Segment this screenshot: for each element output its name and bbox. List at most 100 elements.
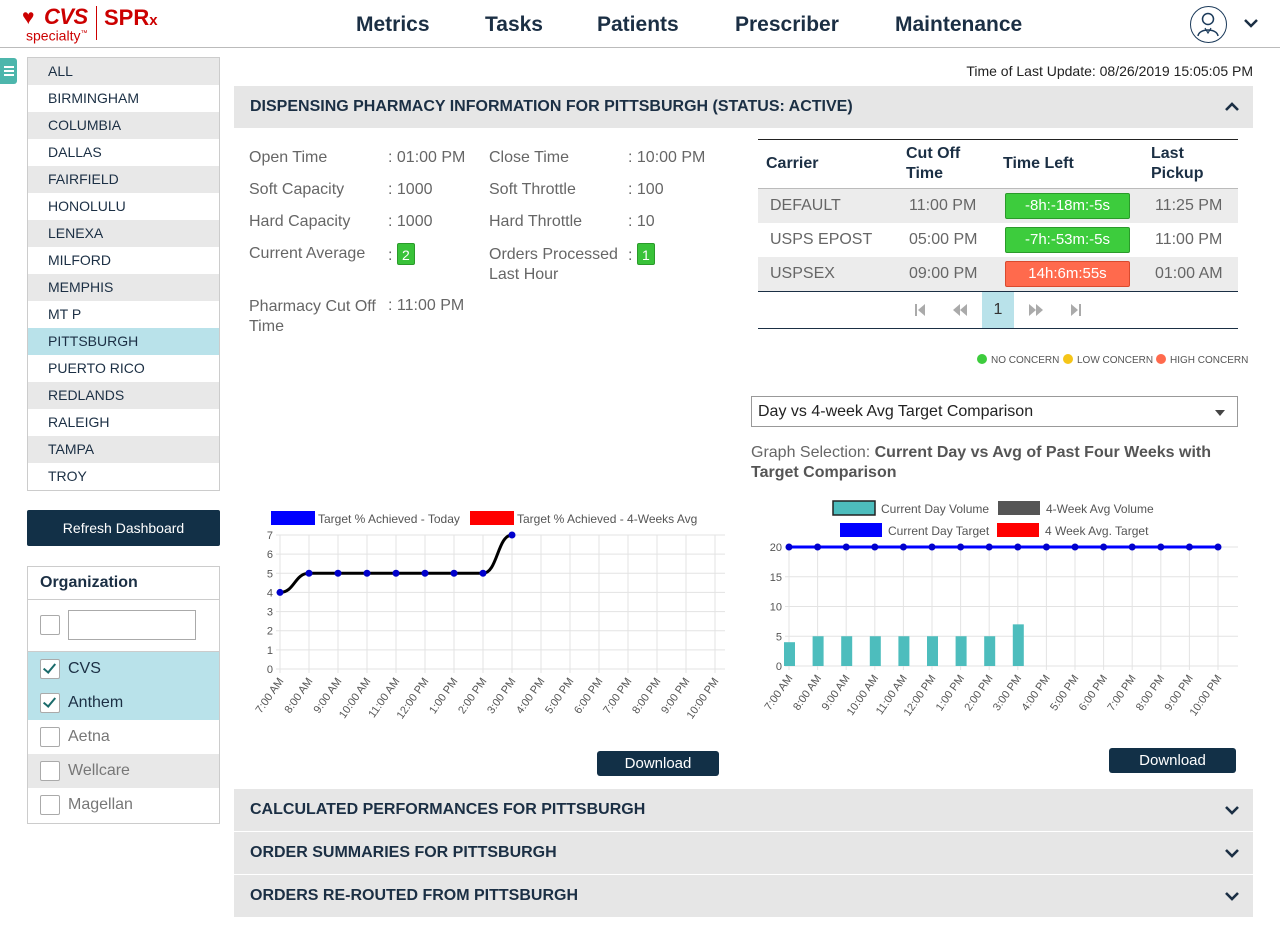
y-tick-label: 5 <box>776 631 782 643</box>
org-checkbox[interactable] <box>40 795 60 815</box>
col-last-pickup[interactable]: Last Pickup <box>1151 144 1203 184</box>
city-item-memphis[interactable]: MEMPHIS <box>28 274 219 301</box>
volume-bar <box>898 636 910 666</box>
target-point <box>785 543 793 551</box>
city-item-lenexa[interactable]: LENEXA <box>28 220 219 247</box>
nav-patients[interactable]: Patients <box>597 12 679 38</box>
city-item-tampa[interactable]: TAMPA <box>28 436 219 463</box>
legend-label-today: Target % Achieved - Today <box>318 512 460 526</box>
user-menu-chevron-icon[interactable] <box>1241 13 1261 33</box>
org-checkbox[interactable] <box>40 727 60 747</box>
city-item-honolulu[interactable]: HONOLULU <box>28 193 219 220</box>
soft-throttle-value: : 100 <box>628 181 664 198</box>
refresh-dashboard-button[interactable]: Refresh Dashboard <box>27 510 220 546</box>
city-item-dallas[interactable]: DALLAS <box>28 139 219 166</box>
soft-capacity-label: Soft Capacity <box>249 181 345 198</box>
city-item-all[interactable]: ALL <box>28 58 219 85</box>
legend-swatch-today <box>271 511 315 525</box>
city-item-troy[interactable]: TROY <box>28 463 219 490</box>
city-item-milford[interactable]: MILFORD <box>28 247 219 274</box>
orders-processed-label: Orders Processed Last Hour <box>489 246 618 283</box>
x-tick-label: 4:00 PM <box>514 676 547 716</box>
current-average-label: Current Average <box>249 245 366 262</box>
org-checkbox[interactable] <box>40 693 60 713</box>
hard-capacity-label: Hard Capacity <box>249 213 351 230</box>
last-page-icon[interactable] <box>1060 292 1092 328</box>
y-tick-label: 3 <box>267 607 273 619</box>
cvs-specialty-logo[interactable]: ♥ CVS specialty™ SPRx <box>22 4 162 44</box>
y-tick-label: 20 <box>770 542 782 554</box>
x-tick-label: 1:00 PM <box>427 676 460 716</box>
graph-selection-text: Graph Selection: Current Day vs Avg of P… <box>751 444 1211 481</box>
x-tick-label: 7:00 AM <box>253 676 286 716</box>
dispensing-section-header[interactable]: DISPENSING PHARMACY INFORMATION FOR PITT… <box>234 86 1253 128</box>
prev-page-icon[interactable] <box>944 292 976 328</box>
rerouted-section-header[interactable]: ORDERS RE-ROUTED FROM PITTSBURGH <box>234 875 1253 917</box>
city-item-raleigh[interactable]: RALEIGH <box>28 409 219 436</box>
top-bar: ♥ CVS specialty™ SPRx Metrics Tasks Pati… <box>0 0 1280 48</box>
city-item-pittsburgh[interactable]: PITTSBURGH <box>28 328 219 355</box>
org-checkbox[interactable] <box>40 659 60 679</box>
last-update-text: Time of Last Update: 08/26/2019 15:05:05… <box>966 63 1253 79</box>
next-page-icon[interactable] <box>1020 292 1052 328</box>
legend-swatch <box>840 523 882 537</box>
y-tick-label: 5 <box>267 568 273 580</box>
city-item-columbia[interactable]: COLUMBIA <box>28 112 219 139</box>
calculated-section-header[interactable]: CALCULATED PERFORMANCES FOR PITTSBURGH <box>234 789 1253 831</box>
hard-throttle-label: Hard Throttle <box>489 213 583 230</box>
download-bar-chart-button[interactable]: Download <box>1109 748 1236 773</box>
city-item-fairfield[interactable]: FAIRFIELD <box>28 166 219 193</box>
time-left-badge: 14h:6m:55s <box>1005 261 1130 287</box>
chevron-down-icon[interactable] <box>1223 887 1241 905</box>
nav-metrics[interactable]: Metrics <box>356 12 430 38</box>
soft-throttle-label: Soft Throttle <box>489 181 576 198</box>
nav-tasks[interactable]: Tasks <box>485 12 543 38</box>
col-cutoff-time[interactable]: Cut Off Time <box>906 144 960 184</box>
col-carrier[interactable]: Carrier <box>766 154 818 174</box>
y-tick-label: 2 <box>267 626 273 638</box>
legend-swatch-4week <box>470 511 514 525</box>
carrier-row: USPS EPOST 05:00 PM -7h:-53m:-5s 11:00 PM <box>758 223 1238 257</box>
organization-search-input[interactable] <box>68 610 196 640</box>
last-pickup: 01:00 AM <box>1155 265 1223 282</box>
chevron-down-icon[interactable] <box>1223 844 1241 862</box>
graph-type-select[interactable]: Day vs 4-week Avg Target Comparison <box>751 396 1238 427</box>
legend-label: 4-Week Avg Volume <box>1046 502 1154 516</box>
chevron-down-icon[interactable] <box>1223 801 1241 819</box>
select-all-checkbox[interactable] <box>40 615 60 635</box>
org-item-magellan[interactable]: Magellan <box>28 788 219 822</box>
orders-processed-value: : 1 <box>628 243 655 265</box>
nav-prescriber[interactable]: Prescriber <box>735 12 839 38</box>
org-item-wellcare[interactable]: Wellcare <box>28 754 219 788</box>
col-time-left[interactable]: Time Left <box>1003 154 1074 174</box>
target-point <box>1128 543 1136 551</box>
carrier-name: USPSEX <box>770 265 835 282</box>
org-item-cvs[interactable]: CVS <box>28 652 219 686</box>
city-item-redlands[interactable]: REDLANDS <box>28 382 219 409</box>
pharmacy-cutoff-value: : 11:00 PM <box>388 297 465 314</box>
y-tick-label: 6 <box>267 549 273 561</box>
menu-toggle-icon[interactable] <box>0 58 17 84</box>
nav-maintenance[interactable]: Maintenance <box>895 12 1022 38</box>
organization-panel: Organization CVS Anthem Aetna Wellcare Magel… <box>27 566 220 824</box>
current-average-value: : 2 <box>388 243 415 265</box>
city-item-mt-p[interactable]: MT P <box>28 301 219 328</box>
first-page-icon[interactable] <box>904 292 936 328</box>
org-item-aetna[interactable]: Aetna <box>28 720 219 754</box>
section-title: DISPENSING PHARMACY INFORMATION FOR PITT… <box>250 98 853 115</box>
carrier-table: Carrier Cut Off Time Time Left Last Pickup… <box>758 139 1238 291</box>
legend-swatch <box>832 500 876 516</box>
chevron-up-icon[interactable] <box>1223 98 1241 116</box>
user-avatar-icon[interactable] <box>1190 6 1227 43</box>
low-concern-legend: LOW CONCERN <box>1063 354 1153 366</box>
page-1-button[interactable]: 1 <box>982 292 1014 328</box>
org-checkbox[interactable] <box>40 761 60 781</box>
org-item-anthem[interactable]: Anthem <box>28 686 219 720</box>
order-summaries-section-header[interactable]: ORDER SUMMARIES FOR PITTSBURGH <box>234 832 1253 874</box>
logo-specialty-text: specialty™ <box>26 27 88 44</box>
target-point <box>985 543 993 551</box>
download-line-chart-button[interactable]: Download <box>597 751 719 776</box>
city-item-birmingham[interactable]: BIRMINGHAM <box>28 85 219 112</box>
city-item-puerto-rico[interactable]: PUERTO RICO <box>28 355 219 382</box>
y-tick-label: 7 <box>267 530 273 542</box>
